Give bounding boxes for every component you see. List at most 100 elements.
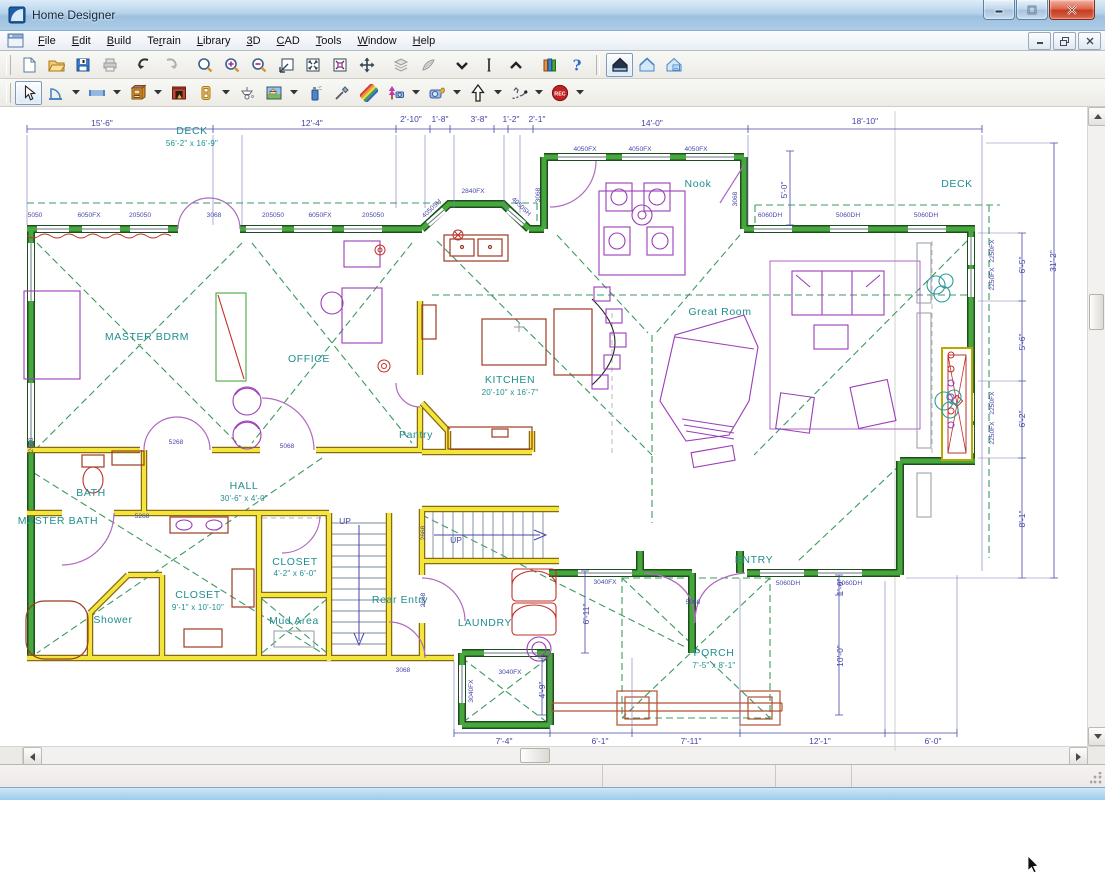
select-objects-button[interactable] — [15, 81, 42, 105]
window-door-code: 5050 — [28, 212, 43, 219]
record-walkthrough-dropdown-button[interactable] — [573, 80, 587, 106]
previous-marker-button[interactable] — [448, 53, 475, 77]
menu-library[interactable]: Library — [189, 33, 239, 49]
zoom-button[interactable] — [191, 53, 218, 77]
vertical-scroll-thumb[interactable] — [1089, 294, 1104, 330]
dimension-marker-button[interactable] — [475, 53, 502, 77]
light-fixture-button[interactable] — [233, 81, 260, 105]
menu-edit[interactable]: Edit — [64, 33, 99, 49]
edit-area-button[interactable] — [414, 53, 441, 77]
plant-camera-button[interactable] — [382, 81, 409, 105]
camera-dropdown-button[interactable] — [450, 80, 464, 106]
menu-terrain[interactable]: Terrain — [139, 33, 189, 49]
undo-button[interactable] — [130, 53, 157, 77]
mdi-close-button[interactable] — [1078, 32, 1101, 50]
scroll-up-button[interactable] — [1088, 107, 1105, 126]
fireplace — [942, 348, 972, 460]
next-marker-button[interactable] — [502, 53, 529, 77]
record-walkthrough-button[interactable]: REC — [546, 81, 573, 105]
eyedropper-button[interactable] — [328, 81, 355, 105]
redo-icon — [162, 56, 180, 74]
menu-3d[interactable]: 3D — [238, 33, 268, 49]
picture-dropdown-button[interactable] — [287, 80, 301, 106]
print-button[interactable] — [96, 53, 123, 77]
camera-button[interactable] — [423, 81, 450, 105]
camera-view-button[interactable] — [633, 53, 660, 77]
pan-window-button[interactable] — [353, 53, 380, 77]
new-document-button[interactable] — [15, 53, 42, 77]
maximize-button[interactable] — [1016, 0, 1048, 20]
chevron-down-icon — [453, 90, 461, 95]
vertical-scrollbar[interactable] — [1087, 107, 1105, 746]
walkthrough-button[interactable] — [505, 81, 532, 105]
fill-window-icon — [277, 56, 295, 74]
north-arrow-button[interactable] — [464, 81, 491, 105]
dollhouse-view-button[interactable] — [660, 53, 687, 77]
zoom-out-button[interactable] — [245, 53, 272, 77]
floor-plan-drawing[interactable]: DECK56'-2" x 16'-9"NookDECKMASTER BDRMOF… — [0, 107, 1072, 753]
window-button[interactable] — [83, 81, 110, 105]
mouse-cursor — [1027, 856, 1041, 874]
window-door-code: 4050FX — [684, 146, 708, 153]
menu-cad[interactable]: CAD — [269, 33, 308, 49]
toolbar-grip[interactable] — [6, 55, 11, 75]
cabinet-icon — [129, 84, 147, 102]
horizontal-scroll-thumb[interactable] — [520, 748, 550, 763]
window-door-code: 3040FX — [468, 679, 475, 703]
expand-selected-view-button[interactable] — [326, 53, 353, 77]
dimension-label: 18'-10" — [852, 116, 878, 126]
title-bar[interactable]: Home Designer — [0, 0, 1105, 31]
fireplace-button[interactable] — [165, 81, 192, 105]
save-button[interactable] — [69, 53, 96, 77]
menu-window[interactable]: Window — [349, 33, 404, 49]
picture-button[interactable] — [260, 81, 287, 105]
window-dropdown-button[interactable] — [110, 80, 124, 106]
cabinet-button[interactable] — [124, 81, 151, 105]
cabinet-dropdown-button[interactable] — [151, 80, 165, 106]
open-project-button[interactable] — [42, 53, 69, 77]
window-door-code: 205050 — [262, 212, 284, 219]
electrical-outlet-button[interactable] — [192, 81, 219, 105]
dimension-label: 14'-0" — [641, 118, 663, 128]
material-painter-button[interactable] — [355, 81, 382, 105]
horizontal-scroll-track[interactable] — [42, 747, 1069, 764]
expand-view-button[interactable] — [299, 53, 326, 77]
vertical-scroll-track[interactable] — [1088, 126, 1105, 727]
horizontal-scrollbar[interactable] — [0, 746, 1105, 764]
menu-help[interactable]: Help — [405, 33, 444, 49]
window-door-code: 3068 — [396, 667, 411, 674]
room-label: CLOSET — [272, 556, 318, 568]
floor-plan-view-button[interactable] — [606, 53, 633, 77]
door-button[interactable] — [42, 81, 69, 105]
mdi-minimize-button[interactable] — [1028, 32, 1051, 50]
mdi-restore-button[interactable] — [1053, 32, 1076, 50]
walkthrough-dropdown-button[interactable] — [532, 80, 546, 106]
north-arrow-dropdown-button[interactable] — [491, 80, 505, 106]
door-dropdown-button[interactable] — [69, 80, 83, 106]
save-icon — [74, 56, 92, 74]
menu-file[interactable]: File — [30, 33, 64, 49]
fill-window-button[interactable] — [272, 53, 299, 77]
menu-tools[interactable]: Tools — [308, 33, 350, 49]
room-label: PORCH — [694, 647, 735, 659]
standard-toolbar: ? — [0, 51, 1105, 79]
mdi-document-icon[interactable] — [7, 33, 24, 48]
plant-camera-dropdown-button[interactable] — [409, 80, 423, 106]
dimension-label: 2'-10" — [400, 114, 422, 124]
door-icon — [47, 84, 65, 102]
display-layers-button[interactable] — [387, 53, 414, 77]
close-button[interactable] — [1049, 0, 1095, 20]
redo-button[interactable] — [157, 53, 184, 77]
help-button[interactable]: ? — [563, 53, 590, 77]
scroll-down-button[interactable] — [1088, 727, 1105, 746]
spray-paint-button[interactable] — [301, 81, 328, 105]
electrical-outlet-dropdown-button[interactable] — [219, 80, 233, 106]
library-browser-button[interactable] — [536, 53, 563, 77]
menu-build[interactable]: Build — [99, 33, 139, 49]
camera-view-icon — [638, 56, 656, 74]
floor-plan-canvas[interactable]: DECK56'-2" x 16'-9"NookDECKMASTER BDRMOF… — [0, 107, 1087, 746]
resize-grip[interactable] — [1090, 772, 1102, 784]
minimize-button[interactable] — [983, 0, 1015, 20]
zoom-in-button[interactable] — [218, 53, 245, 77]
toolbar-grip[interactable] — [6, 83, 11, 103]
